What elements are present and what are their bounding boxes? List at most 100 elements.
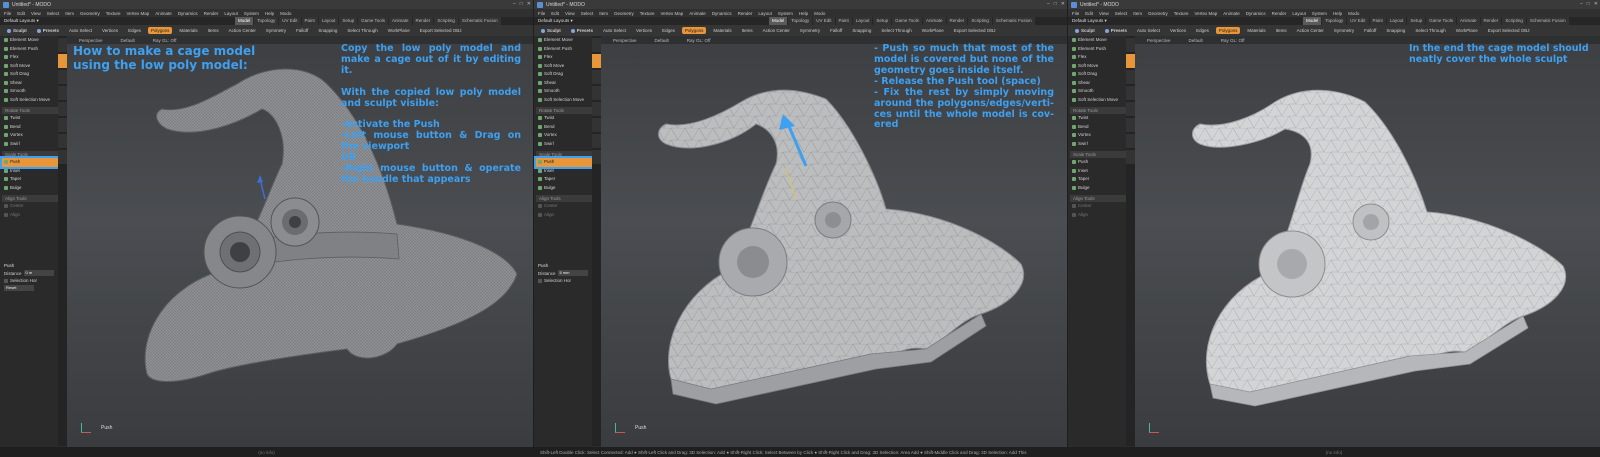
menu-dynamics[interactable]: Dynamics xyxy=(178,11,198,16)
menu-geometry[interactable]: Geometry xyxy=(80,11,100,16)
falloff-button[interactable]: Falloff xyxy=(293,27,311,34)
menu-animate[interactable]: Animate xyxy=(155,11,172,16)
menu-dynamics[interactable]: Dynamics xyxy=(1246,11,1266,16)
tool-soft-move[interactable]: Soft Move xyxy=(2,62,58,71)
edges-button[interactable]: Edges xyxy=(659,27,678,34)
vtab-deform[interactable] xyxy=(58,54,67,68)
vtab[interactable] xyxy=(1126,134,1135,148)
3d-viewport[interactable]: Perspective Default Ray GL: Off xyxy=(601,36,1067,447)
vtab[interactable] xyxy=(1126,118,1135,132)
vtab[interactable] xyxy=(592,118,601,132)
menu-system[interactable]: System xyxy=(778,11,793,16)
ray-gl-status[interactable]: Ray GL: Off xyxy=(1221,38,1245,43)
menu-help[interactable]: Help xyxy=(799,11,808,16)
tool-bend[interactable]: Bend xyxy=(1070,123,1126,132)
tool-element-move[interactable]: Element Move xyxy=(2,36,58,45)
tab-setup[interactable]: Setup xyxy=(873,17,892,25)
menu-animate[interactable]: Animate xyxy=(689,11,706,16)
vtab[interactable] xyxy=(1126,150,1135,164)
presets-button[interactable]: Presets xyxy=(568,27,596,34)
scale-tools-header[interactable]: Scale Tools xyxy=(2,151,58,158)
select-through-button[interactable]: Select Through xyxy=(878,27,914,34)
tool-bulge[interactable]: Bulge xyxy=(2,184,58,193)
action-center-button[interactable]: Action Center xyxy=(226,27,259,34)
align-tools-header[interactable]: Align Tools xyxy=(536,195,592,202)
falloff-button[interactable]: Falloff xyxy=(1361,27,1379,34)
tab-model[interactable]: Model xyxy=(235,17,254,25)
snapping-button[interactable]: Snapping xyxy=(849,27,874,34)
tab-schematic-fusion[interactable]: Schematic Fusion xyxy=(992,17,1035,25)
tool-vortex[interactable]: Vortex xyxy=(536,131,592,140)
menu-system[interactable]: System xyxy=(1312,11,1327,16)
distance-field[interactable]: 5 mm xyxy=(557,270,588,276)
symmetry-button[interactable]: Symmetry xyxy=(797,27,823,34)
tool-soft-move[interactable]: Soft Move xyxy=(536,62,592,71)
menu-modo[interactable]: Modo xyxy=(1348,11,1359,16)
menu-item[interactable]: Item xyxy=(599,11,608,16)
tool-bulge[interactable]: Bulge xyxy=(536,184,592,193)
tab-animate[interactable]: Animate xyxy=(1457,17,1480,25)
shading-mode[interactable]: Default xyxy=(1189,38,1203,43)
tool-soft-selection-move[interactable]: Soft Selection Move xyxy=(1070,96,1126,105)
sculpt-button[interactable]: Sculpt xyxy=(1072,27,1098,34)
tab-render[interactable]: Render xyxy=(412,17,434,25)
menu-view[interactable]: View xyxy=(1099,11,1109,16)
menu-modo[interactable]: Modo xyxy=(280,11,291,16)
tool-push[interactable]: Push xyxy=(0,156,60,169)
action-center-button[interactable]: Action Center xyxy=(1294,27,1327,34)
tab-animate[interactable]: Animate xyxy=(389,17,412,25)
snapping-button[interactable]: Snapping xyxy=(315,27,340,34)
tool-vortex[interactable]: Vortex xyxy=(1070,131,1126,140)
shading-mode[interactable]: Default xyxy=(655,38,669,43)
vtab[interactable] xyxy=(592,150,601,164)
tool-soft-drag[interactable]: Soft Drag xyxy=(1070,70,1126,79)
menu-geometry[interactable]: Geometry xyxy=(614,11,634,16)
vtab[interactable] xyxy=(58,118,67,132)
menu-item[interactable]: Item xyxy=(1133,11,1142,16)
falloff-button[interactable]: Falloff xyxy=(827,27,845,34)
menu-system[interactable]: System xyxy=(244,11,259,16)
view-name[interactable]: Perspective xyxy=(79,38,103,43)
tool-element-move[interactable]: Element Move xyxy=(1070,36,1126,45)
auto-select-button[interactable]: Auto Select xyxy=(66,27,95,34)
layout-select[interactable]: Default Layouts ▾ xyxy=(538,18,573,24)
menu-help[interactable]: Help xyxy=(1333,11,1342,16)
tool-flex[interactable]: Flex xyxy=(536,53,592,62)
tool-smooth[interactable]: Smooth xyxy=(2,87,58,96)
menu-select[interactable]: Select xyxy=(47,11,60,16)
close-icon[interactable]: ✕ xyxy=(527,1,531,7)
tool-inset[interactable]: Inset xyxy=(2,167,58,176)
edges-button[interactable]: Edges xyxy=(125,27,144,34)
menu-modo[interactable]: Modo xyxy=(814,11,825,16)
sculpt-button[interactable]: Sculpt xyxy=(538,27,564,34)
items-button[interactable]: Items xyxy=(739,27,756,34)
menu-file[interactable]: File xyxy=(538,11,545,16)
polygons-button[interactable]: Polygons xyxy=(681,27,707,34)
items-button[interactable]: Items xyxy=(205,27,222,34)
tab-topology[interactable]: Topology xyxy=(254,17,279,25)
view-name[interactable]: Perspective xyxy=(1147,38,1171,43)
menu-edit[interactable]: Edit xyxy=(17,11,25,16)
tool-twist[interactable]: Twist xyxy=(536,114,592,123)
menu-texture[interactable]: Texture xyxy=(640,11,655,16)
vtab[interactable] xyxy=(58,102,67,116)
reset-button[interactable]: Reset xyxy=(4,285,34,291)
export-selected-obj-button[interactable]: Export Selected OBJ xyxy=(417,27,465,34)
tool-smooth[interactable]: Smooth xyxy=(536,87,592,96)
layout-select[interactable]: Default Layouts ▾ xyxy=(1072,18,1107,24)
auto-select-button[interactable]: Auto Select xyxy=(1134,27,1163,34)
vtab[interactable] xyxy=(592,70,601,84)
vtab[interactable] xyxy=(58,38,67,52)
tool-flex[interactable]: Flex xyxy=(1070,53,1126,62)
tool-swirl[interactable]: Swirl xyxy=(2,140,58,149)
tool-soft-move[interactable]: Soft Move xyxy=(1070,62,1126,71)
menu-edit[interactable]: Edit xyxy=(1085,11,1093,16)
tool-flex[interactable]: Flex xyxy=(2,53,58,62)
tool-smooth[interactable]: Smooth xyxy=(1070,87,1126,96)
3d-viewport[interactable]: Perspective Default Ray GL: Off xyxy=(67,36,533,447)
menu-select[interactable]: Select xyxy=(1115,11,1128,16)
menu-layout[interactable]: Layout xyxy=(758,11,772,16)
scale-tools-header[interactable]: Scale Tools xyxy=(1070,151,1126,158)
minimize-icon[interactable]: – xyxy=(1580,1,1583,7)
tool-align[interactable]: Align xyxy=(1070,211,1126,220)
